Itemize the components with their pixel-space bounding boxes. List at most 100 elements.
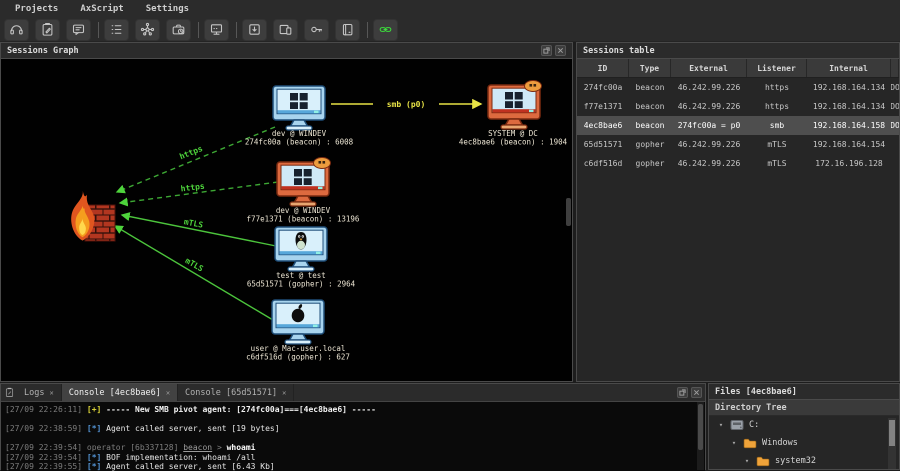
tab-close-icon[interactable]: ✕ [166,389,170,397]
tab-close-icon[interactable]: ✕ [49,389,53,397]
toolbar-button-graph[interactable] [135,19,160,41]
toolbar-button-credentials[interactable] [304,19,329,41]
popout-button[interactable] [677,387,688,398]
terminal-monitor-icon [209,22,224,37]
toolbar-button-screens[interactable] [273,19,298,41]
table-row[interactable]: 65d51571gopher46.242.99.226mTLS192.168.1… [577,135,899,154]
log-line: [27/09 22:38:59] [*] Agent called server… [5,424,705,434]
node-sublabel: c6df516d (gopher) : 627 [246,353,350,362]
edge-label-mtls-2: mTLS [184,256,205,274]
headphones-icon [9,22,24,37]
table-row[interactable]: c6df516dgopher46.242.99.226mTLS172.16.19… [577,154,899,173]
caret-down-icon[interactable]: ▾ [717,421,725,429]
node-sublabel: f77e1371 (beacon) : 13196 [247,215,360,224]
files-panel: Files [4ec8bae6] Directory Tree ▾ C: ▾ W… [708,383,900,470]
toolbar-button-chat[interactable] [66,19,91,41]
table-row-selected[interactable]: 4ec8bae6beacon274fc00a = p0smb192.168.16… [577,116,899,135]
tree-item-windows[interactable]: ▾ Windows [709,434,899,452]
tab-console-4ec8bae6[interactable]: Console [4ec8bae6]✕ [62,384,178,401]
toolbar-separator [198,22,199,38]
clipboard-pencil-icon [4,387,15,398]
logs-panel: Logs✕ Console [4ec8bae6]✕ Console [65d51… [0,383,706,470]
menu-axscript[interactable]: AxScript [69,2,134,16]
session-node-65d51571[interactable] [275,227,327,271]
elevated-badge [314,158,331,169]
console-scrollbar[interactable] [697,402,704,470]
directory-tree: ▾ C: ▾ Windows ▾ system32 [709,416,899,469]
session-node-4ec8bae6[interactable] [488,81,542,130]
folder-icon [756,455,770,467]
log-line: [27/09 22:39:54] [*] BOF implementation:… [5,453,705,463]
key-icon [309,22,324,37]
directory-tree-header: Directory Tree [709,400,899,416]
tree-scrollbar[interactable] [888,418,896,469]
clipboard-pencil-icon [40,22,55,37]
sessions-graph-canvas[interactable]: https https mTLS mTLS smb (p0) [1,59,572,381]
toolbar-button-remote-terminal[interactable] [204,19,229,41]
menubar: Projects AxScript Settings [0,0,900,18]
session-node-274fc00a[interactable] [273,86,325,130]
close-icon [693,389,700,396]
firewall-icon [71,189,115,241]
column-internal[interactable]: Internal [807,59,891,77]
toolbar-separator [98,22,99,38]
column-id[interactable]: ID [577,59,629,77]
tab-close-icon[interactable]: ✕ [282,389,286,397]
popout-button[interactable] [541,45,552,56]
beacon-link[interactable]: beacon [183,443,212,452]
caret-down-icon[interactable]: ▾ [730,439,738,447]
toolbar-button-agents[interactable] [35,19,60,41]
table-row[interactable]: f77e1371beacon46.242.99.226https192.168.… [577,97,899,116]
caret-down-icon[interactable]: ▾ [743,457,751,465]
toolbar-button-connect[interactable] [373,19,398,41]
briefcase-clock-icon [171,22,186,37]
panel-title: Files [4ec8bae6] [715,387,797,397]
toolbar-button-notes[interactable] [335,19,360,41]
drive-icon [730,419,744,431]
toolbar-button-tasks[interactable] [104,19,129,41]
column-listener[interactable]: Listener [747,59,807,77]
elevated-badge [525,81,542,92]
close-button[interactable] [691,387,702,398]
close-button[interactable] [555,45,566,56]
toolbar-button-jobs[interactable] [166,19,191,41]
sessions-table-header: Sessions table [577,43,899,59]
menu-settings[interactable]: Settings [135,2,200,16]
tree-item-drive-c[interactable]: ▾ C: [709,416,899,434]
files-panel-header: Files [4ec8bae6] [709,384,899,400]
menu-projects[interactable]: Projects [4,2,69,16]
panel-icon [1,384,17,401]
sessions-table-panel: Sessions table ID Type External Listener… [576,42,900,382]
console-output[interactable]: [27/09 22:26:11] [+] ----- New SMB pivot… [1,402,705,471]
table-row[interactable]: 274fc00abeacon46.242.99.226https192.168.… [577,78,899,97]
session-node-f77e1371[interactable] [277,158,331,207]
column-extra[interactable] [891,59,899,77]
devices-icon [278,22,293,37]
edge-label-https-1: https [178,144,204,161]
toolbar-separator [236,22,237,38]
toolbar-button-listeners[interactable] [4,19,29,41]
notebook-icon [340,22,355,37]
toolbar [0,18,900,42]
tab-logs[interactable]: Logs✕ [17,384,62,401]
tab-console-65d51571[interactable]: Console [65d51571]✕ [178,384,294,401]
close-icon [557,47,564,54]
pivot-edge-label: smb (p0) [387,100,426,109]
column-type[interactable]: Type [629,59,671,77]
node-sublabel: 65d51571 (gopher) : 2964 [247,280,356,289]
column-external[interactable]: External [671,59,747,77]
download-box-icon [247,22,262,37]
link-icon [378,22,393,37]
popout-icon [679,389,686,396]
table-header-row: ID Type External Listener Internal [577,59,899,78]
chat-icon [71,22,86,37]
graph-hub-icon [140,22,155,37]
session-node-c6df516d[interactable] [272,300,324,344]
toolbar-button-downloads[interactable] [242,19,267,41]
popout-icon [543,47,550,54]
tree-item-system32[interactable]: ▾ system32 [709,452,899,469]
sessions-graph-panel: Sessions Graph [0,42,573,382]
panel-title: Sessions Graph [7,46,79,56]
graph-vertical-scrollbar[interactable] [566,198,571,226]
node-sublabel: 4ec8bae6 (beacon) : 1904 [459,138,568,147]
